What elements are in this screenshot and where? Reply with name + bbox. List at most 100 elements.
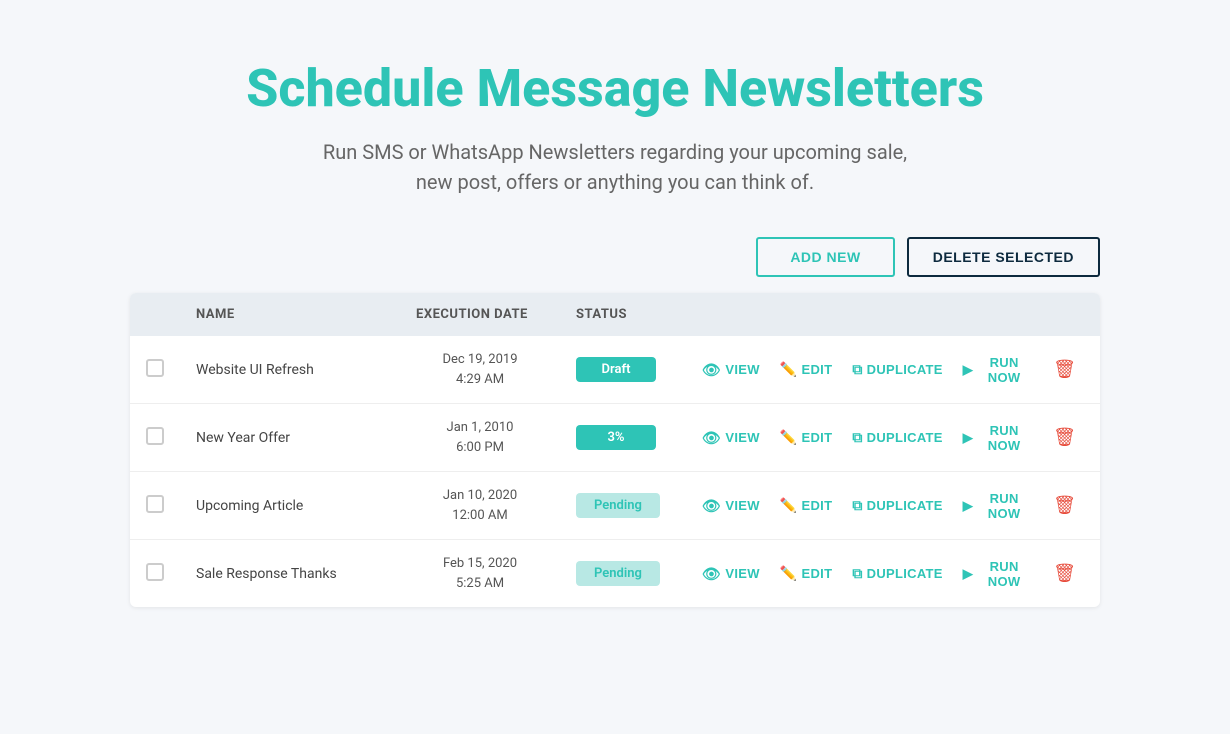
table-header-row: NAME EXECUTION DATE STATUS [130,293,1100,336]
toolbar: ADD NEW DELETE SELECTED [130,237,1100,277]
duplicate-button[interactable]: ⧉ DUPLICATE [846,493,948,518]
duplicate-button[interactable]: ⧉ DUPLICATE [846,425,948,450]
row-actions: 👁 VIEW ✏️ EDIT ⧉ DUPLICATE ▶ RUN NOW 🗑 [680,472,1100,540]
play-icon: ▶ [963,498,973,514]
eye-icon: 👁 [702,429,721,447]
table-row: Website UI RefreshDec 19, 20194:29 AM Dra… [130,336,1100,404]
row-status: Pending [560,540,680,608]
eye-icon: 👁 [702,361,721,379]
row-actions: 👁 VIEW ✏️ EDIT ⧉ DUPLICATE ▶ RUN NOW 🗑 [680,404,1100,472]
row-checkbox-cell [130,336,180,404]
row-name: Sale Response Thanks [180,540,400,608]
edit-button[interactable]: ✏️ EDIT [774,425,839,450]
add-new-button[interactable]: ADD NEW [756,237,894,277]
trash-icon: 🗑 [1053,563,1076,584]
delete-row-button[interactable]: 🗑 [1045,559,1084,588]
edit-label: EDIT [802,362,833,377]
edit-icon: ✏️ [780,429,798,446]
newsletters-table: NAME EXECUTION DATE STATUS Website UI Re… [130,293,1100,607]
edit-label: EDIT [802,566,833,581]
row-checkbox[interactable] [146,359,164,377]
run-now-label: RUN NOW [977,559,1031,589]
duplicate-icon: ⧉ [852,429,862,446]
row-checkbox-cell [130,472,180,540]
duplicate-button[interactable]: ⧉ DUPLICATE [846,561,948,586]
edit-icon: ✏️ [780,497,798,514]
edit-button[interactable]: ✏️ EDIT [774,561,839,586]
status-badge: 3% [576,425,656,450]
row-status: 3% [560,404,680,472]
duplicate-label: DUPLICATE [867,362,943,377]
trash-icon: 🗑 [1053,427,1076,448]
view-button[interactable]: 👁 VIEW [696,357,766,383]
run-now-label: RUN NOW [977,491,1031,521]
row-checkbox[interactable] [146,495,164,513]
duplicate-label: DUPLICATE [867,498,943,513]
page-subtitle: Run SMS or WhatsApp Newsletters regardin… [246,137,984,197]
trash-icon: 🗑 [1053,359,1076,380]
eye-icon: 👁 [702,565,721,583]
row-status: Draft [560,336,680,404]
run-now-button[interactable]: ▶ RUN NOW [957,487,1037,525]
table-row: New Year OfferJan 1, 20106:00 PM 3% 👁 VIE… [130,404,1100,472]
edit-icon: ✏️ [780,361,798,378]
view-button[interactable]: 👁 VIEW [696,561,766,587]
row-actions: 👁 VIEW ✏️ EDIT ⧉ DUPLICATE ▶ RUN NOW 🗑 [680,540,1100,608]
row-execution-date: Feb 15, 20205:25 AM [400,540,560,608]
edit-label: EDIT [802,498,833,513]
row-checkbox-cell [130,540,180,608]
play-icon: ▶ [963,362,973,378]
run-now-label: RUN NOW [977,423,1031,453]
col-date-header: EXECUTION DATE [400,293,560,336]
duplicate-button[interactable]: ⧉ DUPLICATE [846,357,948,382]
row-checkbox-cell [130,404,180,472]
row-execution-date: Dec 19, 20194:29 AM [400,336,560,404]
table-row: Upcoming ArticleJan 10, 202012:00 AM Pend… [130,472,1100,540]
edit-icon: ✏️ [780,565,798,582]
eye-icon: 👁 [702,497,721,515]
row-checkbox[interactable] [146,563,164,581]
table-row: Sale Response ThanksFeb 15, 20205:25 AM P… [130,540,1100,608]
page-title: Schedule Message Newsletters [246,60,984,117]
delete-row-button[interactable]: 🗑 [1045,355,1084,384]
row-checkbox[interactable] [146,427,164,445]
view-label: VIEW [725,498,759,513]
duplicate-label: DUPLICATE [867,430,943,445]
view-label: VIEW [725,566,759,581]
row-name: New Year Offer [180,404,400,472]
row-name: Upcoming Article [180,472,400,540]
view-button[interactable]: 👁 VIEW [696,493,766,519]
delete-row-button[interactable]: 🗑 [1045,423,1084,452]
row-name: Website UI Refresh [180,336,400,404]
edit-label: EDIT [802,430,833,445]
delete-selected-button[interactable]: DELETE SELECTED [907,237,1100,277]
status-badge: Pending [576,561,660,586]
edit-button[interactable]: ✏️ EDIT [774,493,839,518]
col-actions-header [680,293,1100,336]
col-name-header: NAME [180,293,400,336]
edit-button[interactable]: ✏️ EDIT [774,357,839,382]
status-badge: Pending [576,493,660,518]
run-now-button[interactable]: ▶ RUN NOW [957,419,1037,457]
run-now-label: RUN NOW [977,355,1031,385]
row-execution-date: Jan 1, 20106:00 PM [400,404,560,472]
view-label: VIEW [725,430,759,445]
play-icon: ▶ [963,566,973,582]
row-actions: 👁 VIEW ✏️ EDIT ⧉ DUPLICATE ▶ RUN NOW 🗑 [680,336,1100,404]
view-label: VIEW [725,362,759,377]
row-execution-date: Jan 10, 202012:00 AM [400,472,560,540]
trash-icon: 🗑 [1053,495,1076,516]
duplicate-label: DUPLICATE [867,566,943,581]
page-header: Schedule Message Newsletters Run SMS or … [246,60,984,197]
delete-row-button[interactable]: 🗑 [1045,491,1084,520]
view-button[interactable]: 👁 VIEW [696,425,766,451]
duplicate-icon: ⧉ [852,361,862,378]
play-icon: ▶ [963,430,973,446]
run-now-button[interactable]: ▶ RUN NOW [957,555,1037,593]
row-status: Pending [560,472,680,540]
title-part2: Newsletters [702,58,983,119]
run-now-button[interactable]: ▶ RUN NOW [957,351,1037,389]
duplicate-icon: ⧉ [852,497,862,514]
status-badge: Draft [576,357,656,382]
col-status-header: STATUS [560,293,680,336]
